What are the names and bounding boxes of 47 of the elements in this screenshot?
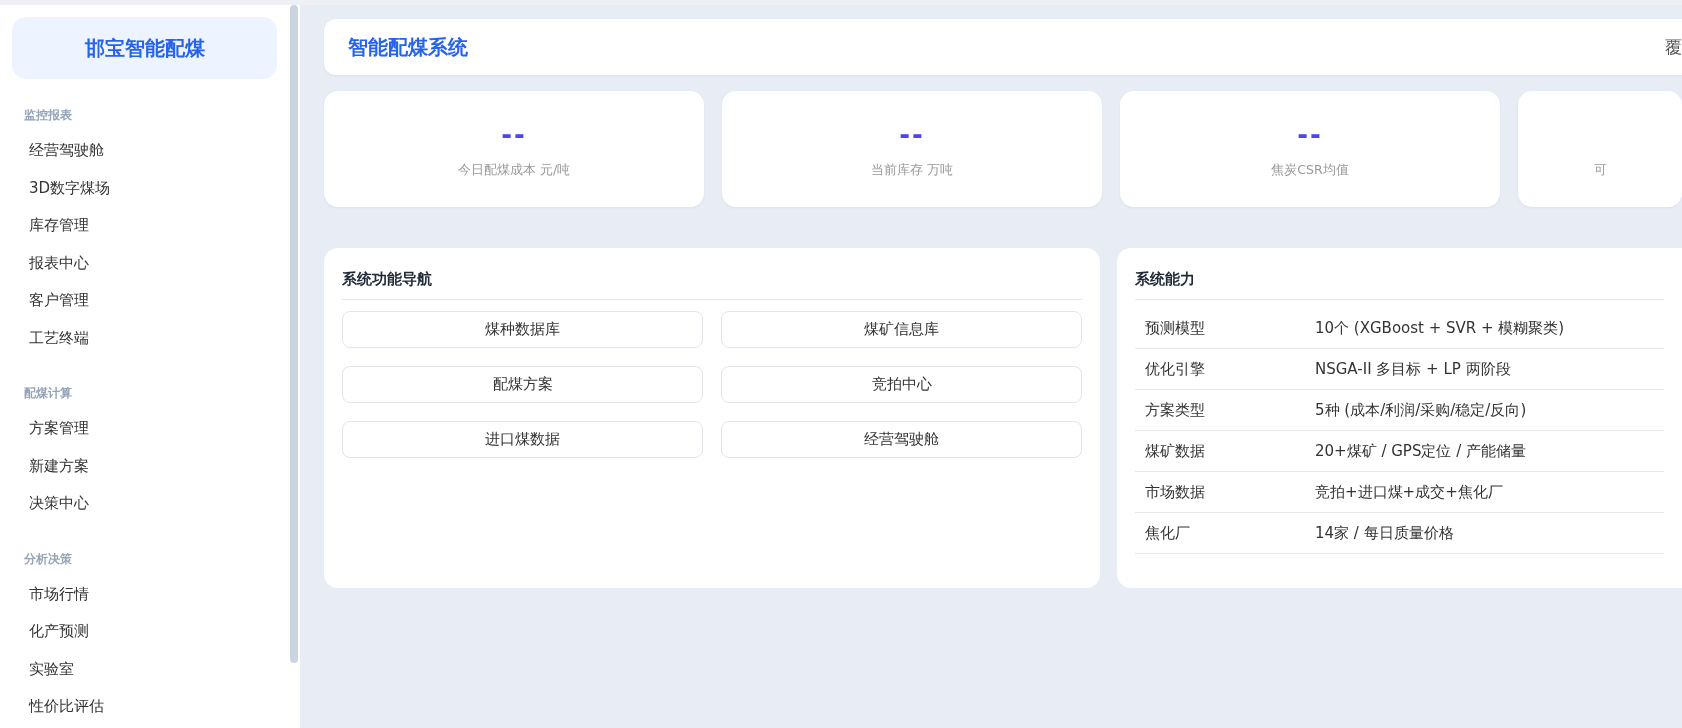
capability-name: 优化引擎 (1144, 359, 1206, 379)
header-text: 覆 (1665, 35, 1682, 59)
section-title: 分析决策 (24, 550, 72, 568)
stat-value: -- (899, 119, 925, 150)
capability-name: 预测模型 (1144, 318, 1206, 338)
capability-value: NSGA-II 多目标 + LP 两阶段 (1315, 359, 1511, 379)
panel-title: 系统能力 (1135, 270, 1195, 289)
brand-title: 邯宝智能配煤 (12, 17, 277, 79)
capability-value: 10个 (XGBoost + SVR + 模糊聚类) (1315, 318, 1565, 338)
nav-button[interactable]: 经营驾驶舱 (721, 421, 1082, 458)
nav-button[interactable]: 煤矿信息库 (721, 311, 1082, 348)
sidebar-item[interactable]: 化产预测 (12, 613, 89, 651)
nav-button[interactable]: 配煤方案 (342, 366, 703, 403)
sidebar-item[interactable]: 新建方案 (12, 447, 89, 485)
nav-button[interactable]: 进口煤数据 (342, 421, 703, 458)
sidebar-item[interactable]: 决策中心 (12, 485, 89, 523)
stat-label: 今日配煤成本 元/吨 (457, 161, 571, 179)
panel-title: 系统功能导航 (342, 270, 432, 289)
capability-value: 14家 / 每日质量价格 (1315, 523, 1454, 543)
capability-value: 20+煤矿 / GPS定位 / 产能储量 (1315, 441, 1527, 461)
sidebar-item[interactable]: 报表中心 (12, 244, 89, 282)
stat-label: 可 (1593, 161, 1607, 179)
sidebar-item[interactable]: 工艺终端 (12, 319, 89, 357)
capability-name: 焦化厂 (1144, 523, 1191, 543)
section-title: 配煤计算 (24, 385, 72, 402)
sidebar-item[interactable]: 库存管理 (12, 207, 89, 245)
nav-button[interactable]: 煤种数据库 (342, 311, 703, 348)
section-title: 监控报表 (24, 107, 72, 124)
sidebar-item[interactable]: 市场行情 (12, 575, 89, 613)
scrollbar[interactable] (290, 5, 298, 663)
sidebar-item[interactable]: 性价比评估 (12, 688, 104, 726)
sidebar-item[interactable]: 客户管理 (12, 282, 89, 320)
capability-name: 市场数据 (1144, 482, 1206, 502)
sidebar-item[interactable]: 方案管理 (12, 410, 89, 448)
sidebar-item[interactable]: 3D数字煤场 (12, 169, 111, 207)
stat-value: -- (501, 119, 527, 150)
sidebar-item[interactable]: 实验室 (12, 650, 74, 688)
capability-value: 竞拍+进口煤+成交+焦化厂 (1315, 482, 1503, 502)
stat-label: 焦炭CSR均值 (1271, 161, 1349, 179)
capability-name: 方案类型 (1144, 400, 1206, 420)
capability-name: 煤矿数据 (1144, 441, 1206, 461)
nav-button[interactable]: 竞拍中心 (721, 366, 1082, 403)
stat-label: 当前库存 万吨 (871, 161, 953, 179)
stat-value: -- (1297, 119, 1323, 150)
capability-value: 5种 (成本/利润/采购/稳定/反向) (1315, 400, 1527, 420)
sidebar-item[interactable]: 经营驾驶舱 (12, 132, 104, 170)
page-title: 智能配煤系统 (348, 33, 468, 61)
